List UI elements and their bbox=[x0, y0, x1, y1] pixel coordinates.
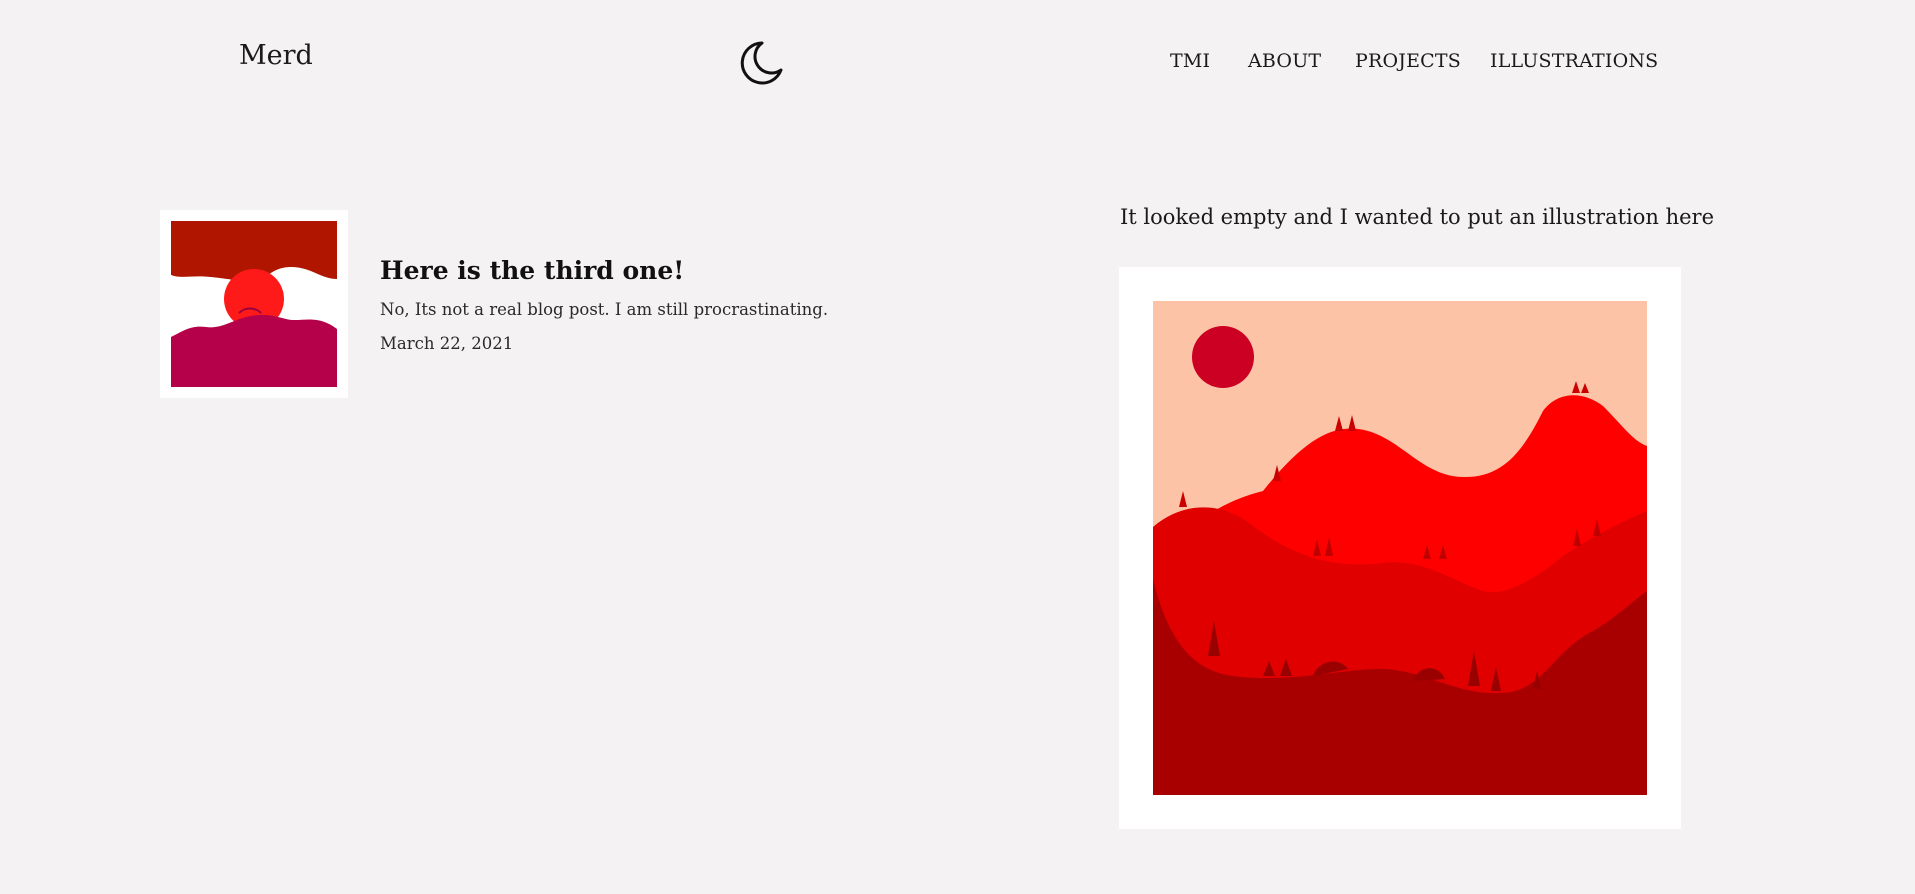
nav-link-about[interactable]: ABOUT bbox=[1248, 50, 1321, 72]
post-description: No, Its not a real blog post. I am still… bbox=[380, 300, 829, 319]
post-date: March 22, 2021 bbox=[380, 334, 514, 353]
thumbnail-illustration bbox=[171, 221, 337, 387]
nav-link-tmi[interactable]: TMI bbox=[1170, 50, 1210, 72]
nav-link-illustrations[interactable]: ILLUSTRATIONS bbox=[1490, 50, 1658, 72]
landscape-illustration bbox=[1119, 267, 1681, 829]
post-thumbnail[interactable] bbox=[160, 210, 348, 398]
main-nav: TMI ABOUT PROJECTS ILLUSTRATIONS bbox=[0, 50, 1915, 76]
page: Merd TMI ABOUT PROJECTS ILLUSTRATIONS He… bbox=[0, 0, 1915, 894]
post-card[interactable]: Here is the third one! No, Its not a rea… bbox=[160, 210, 860, 400]
nav-link-projects[interactable]: PROJECTS bbox=[1355, 50, 1461, 72]
post-title[interactable]: Here is the third one! bbox=[380, 256, 684, 285]
landscape-svg bbox=[1153, 301, 1647, 795]
aside-caption: It looked empty and I wanted to put an i… bbox=[1120, 205, 1715, 229]
